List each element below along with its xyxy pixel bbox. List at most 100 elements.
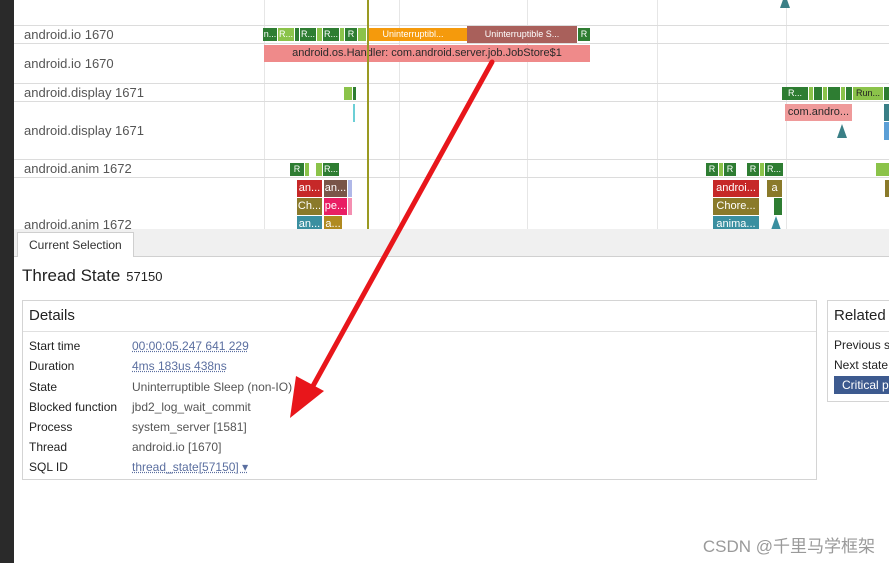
thread-state-slice[interactable] [317,28,322,41]
anim-slice[interactable]: Chore... [713,198,759,215]
anim-slice[interactable]: an... [297,180,322,197]
anim-slice[interactable]: pe... [324,198,347,215]
blocked-function-value: jbd2_log_wait_commit [132,400,251,414]
sql-id-link[interactable]: thread_state[57150] ▾ [132,458,248,476]
slice-marker[interactable] [353,104,355,122]
detail-key: Blocked function [29,400,118,414]
anim-slice[interactable]: a [767,180,782,197]
anim-slice[interactable]: Ch... [297,198,322,215]
detail-key: Thread [29,440,68,454]
thread-state-slice[interactable] [760,163,764,176]
thread-state-slice[interactable] [358,28,366,41]
track-name-display-slices: android.display 1671 [24,123,144,138]
thread-state-slice[interactable] [846,87,852,100]
thread-state-slice[interactable] [823,87,827,100]
duration-link[interactable]: 4ms 183us 438ns [132,357,227,375]
page-title: Thread State 57150 [22,266,162,286]
anim-slice[interactable] [774,198,782,215]
track-divider [14,159,889,160]
anim-slice[interactable] [348,198,352,215]
thread-state-selected[interactable]: Uninterruptible S... [467,26,577,43]
thread-state-slice[interactable]: R... [323,163,339,176]
thread-state-slice[interactable] [719,163,723,176]
thread-value: android.io [1670] [132,440,222,454]
thread-state-slice[interactable]: n... [263,28,277,41]
related-next-state: Next state [834,358,889,372]
watermark: CSDN @千里马学框架 [702,537,875,556]
track-divider [14,43,889,44]
anim-slice[interactable]: a... [324,216,342,229]
thread-state-slice[interactable]: R... [782,87,808,100]
related-section: Related t Previous s Next state Critical… [827,300,889,402]
left-sidebar-edge [0,0,14,563]
flow-marker-icon [780,0,790,8]
thread-state-slice[interactable]: R [578,28,590,41]
anim-slice[interactable]: androi... [713,180,759,197]
track-divider [14,177,889,178]
thread-state-slice[interactable] [876,163,889,176]
track-name-io: android.io 1670 [24,27,114,42]
related-header: Related t [828,301,889,332]
details-panel: Current Selection Thread State 57150 Deta… [14,229,889,563]
detail-key: SQL ID [29,460,68,474]
thread-state-slice[interactable] [340,28,344,41]
thread-state-slice[interactable] [457,28,467,41]
thread-state-slice[interactable]: R [345,28,357,41]
thread-state-uninterruptible[interactable]: Uninterruptibl... [369,28,457,41]
thread-state-slice[interactable] [316,163,322,176]
detail-key: Duration [29,359,75,373]
thread-state-slice[interactable]: Run... [853,87,883,100]
thread-state-slice[interactable] [344,87,352,100]
title-id: 57150 [126,269,163,284]
thread-state-slice[interactable]: R... [765,163,783,176]
flow-marker-icon [771,216,781,229]
display-slice[interactable] [884,122,889,140]
tab-current-selection[interactable]: Current Selection [17,232,134,257]
process-value: system_server [1581] [132,420,247,434]
details-header: Details [23,301,816,332]
thread-state-slice[interactable] [295,28,299,41]
track-divider [14,25,889,26]
thread-state-slice[interactable] [305,163,309,176]
flow-marker-icon [837,124,847,138]
anim-slice[interactable] [885,180,889,197]
detail-key: Start time [29,339,81,353]
track-divider [14,101,889,102]
timeline-cursor [367,0,369,229]
thread-state-slice[interactable]: R... [323,28,339,41]
anim-slice[interactable]: an... [324,180,347,197]
track-name-io-slices: android.io 1670 [24,56,114,71]
track-name-display: android.display 1671 [24,85,144,100]
thread-state-slice[interactable]: R [724,163,736,176]
panel-tabstrip: Current Selection [14,229,889,257]
thread-state-slice[interactable]: R... [300,28,316,41]
thread-state-slice[interactable]: R [747,163,759,176]
thread-state-slice[interactable] [828,87,840,100]
thread-state-slice[interactable] [809,87,813,100]
detail-key: State [29,380,58,394]
thread-state-slice[interactable] [353,87,356,100]
track-divider [14,83,889,84]
start-time-link[interactable]: 00:00:05.247 641 229 [132,337,249,355]
thread-state-slice[interactable] [841,87,845,100]
thread-state-slice[interactable] [814,87,822,100]
timeline-tracks[interactable]: android.io 1670 android.io 1670 android.… [14,0,889,229]
thread-state-slice[interactable]: R [290,163,304,176]
display-slice[interactable]: com.andro... [785,104,852,121]
anim-slice[interactable]: anima... [713,216,759,229]
related-previous-state: Previous s [834,338,889,352]
grid-line [657,0,658,229]
detail-key: Process [29,420,73,434]
critical-path-button[interactable]: Critical pa [834,376,889,394]
state-value: Uninterruptible Sleep (non-IO) [132,380,293,394]
thread-state-slice[interactable] [884,87,889,100]
anim-slice[interactable]: an... [297,216,322,229]
handler-slice[interactable]: android.os.Handler: com.android.server.j… [264,45,590,62]
thread-state-slice[interactable]: R [706,163,718,176]
title-text: Thread State [22,266,121,285]
thread-state-slice[interactable]: R... [278,28,294,41]
track-name-anim-slices: android.anim 1672 [24,217,132,229]
display-slice[interactable] [884,104,889,121]
anim-slice[interactable] [348,180,352,197]
track-name-anim: android.anim 1672 [24,161,132,176]
